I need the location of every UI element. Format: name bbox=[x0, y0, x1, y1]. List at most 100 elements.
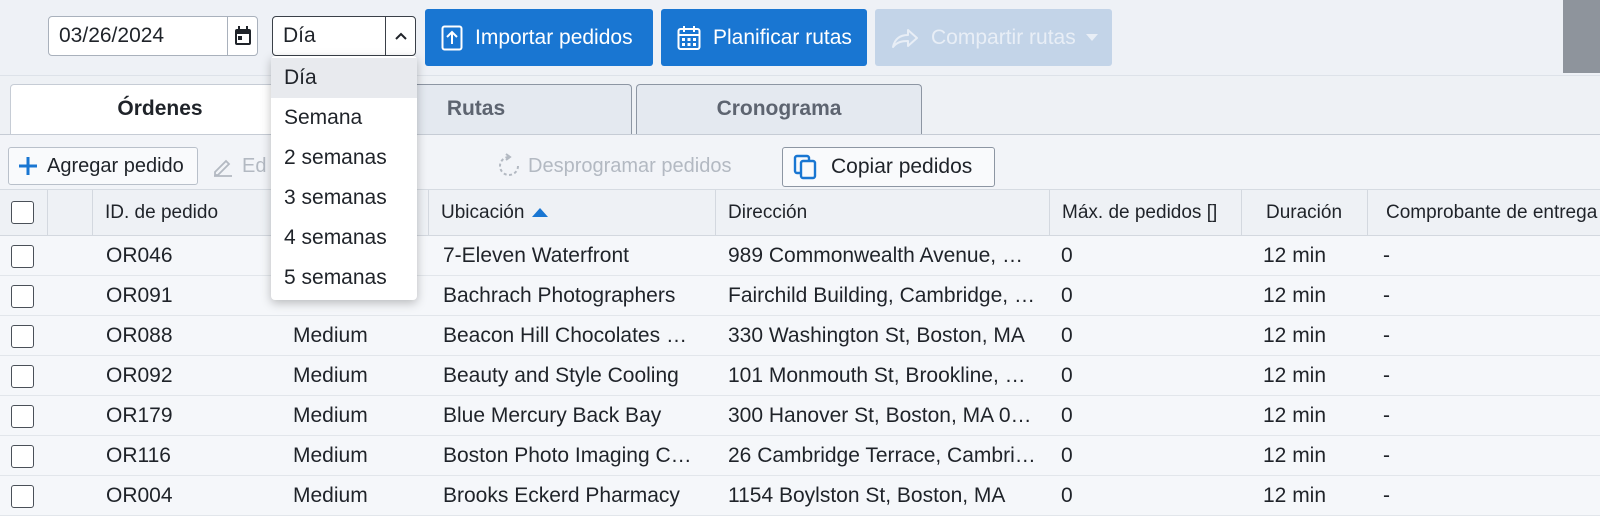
row-checkbox[interactable] bbox=[11, 325, 34, 348]
location-cell: Blue Mercury Back Bay bbox=[443, 404, 662, 427]
header-location-label: Ubicación bbox=[441, 202, 525, 223]
duration-cell: 12 min bbox=[1263, 484, 1327, 507]
order-id-cell: OR004 bbox=[106, 484, 173, 507]
header-max-orders[interactable]: Máx. de pedidos [] bbox=[1050, 190, 1242, 236]
max-orders-cell: 0 bbox=[1061, 324, 1073, 347]
location-cell: Beacon Hill Chocolates Boston bbox=[443, 324, 699, 347]
import-orders-button[interactable]: Importar pedidos bbox=[425, 9, 653, 66]
share-icon bbox=[891, 27, 919, 49]
calendar-icon[interactable] bbox=[227, 17, 257, 55]
period-select-value: Día bbox=[283, 24, 316, 47]
address-cell: 300 Hanover St, Boston, MA 02113 bbox=[728, 404, 1036, 427]
location-cell: Beauty and Style Cooling bbox=[443, 364, 679, 387]
max-orders-cell: 0 bbox=[1061, 364, 1073, 387]
header-location[interactable]: Ubicación bbox=[429, 190, 716, 236]
duration-cell: 12 min bbox=[1263, 444, 1327, 467]
row-checkbox[interactable] bbox=[11, 445, 34, 468]
orders-table: ID. de pedido Ubicación Dirección Máx. d… bbox=[0, 190, 1600, 530]
pencil-icon bbox=[212, 155, 234, 177]
table-row[interactable]: OR179 Medium Blue Mercury Back Bay 300 Hano… bbox=[0, 396, 1600, 436]
duration-cell: 12 min bbox=[1263, 404, 1327, 427]
table-row[interactable]: OR004 Medium Brooks Eckerd Pharmacy 1154 Bo… bbox=[0, 476, 1600, 516]
row-checkbox[interactable] bbox=[11, 245, 34, 268]
edit-order-button[interactable]: Ed bbox=[212, 147, 266, 185]
copy-orders-button[interactable]: Copiar pedidos bbox=[782, 147, 995, 187]
proof-of-delivery-cell: - bbox=[1383, 244, 1390, 267]
share-routes-label: Compartir rutas bbox=[931, 25, 1076, 49]
plan-routes-button[interactable]: Planificar rutas bbox=[661, 9, 867, 66]
order-id-cell: OR179 bbox=[106, 404, 173, 427]
address-cell: Fairchild Building, Cambridge, MA bbox=[728, 284, 1036, 307]
toolbar: 03/26/2024 Día Importar pedidos Planific… bbox=[0, 0, 1600, 76]
row-checkbox[interactable] bbox=[11, 285, 34, 308]
edit-order-label: Ed bbox=[242, 154, 267, 177]
table-row[interactable]: OR092 Medium Beauty and Style Cooling 101 M… bbox=[0, 356, 1600, 396]
select-all-checkbox[interactable] bbox=[11, 201, 34, 224]
duration-cell: 12 min bbox=[1263, 244, 1327, 267]
period-option-dia[interactable]: Día bbox=[271, 58, 417, 98]
table-row[interactable]: OR116 Medium Boston Photo Imaging Center 26… bbox=[0, 436, 1600, 476]
period-option-semana[interactable]: Semana bbox=[271, 98, 417, 138]
address-cell: 1154 Boylston St, Boston, MA bbox=[728, 484, 1006, 507]
row-checkbox[interactable] bbox=[11, 405, 34, 428]
address-cell: 989 Commonwealth Avenue, Boston, MA bbox=[728, 244, 1036, 267]
location-cell: Bachrach Photographers bbox=[443, 284, 676, 307]
proof-of-delivery-cell: - bbox=[1383, 444, 1390, 467]
table-row[interactable]: OR088 Medium Beacon Hill Chocolates Boston… bbox=[0, 316, 1600, 356]
date-picker[interactable]: 03/26/2024 bbox=[48, 16, 258, 56]
order-id-cell: OR088 bbox=[106, 324, 173, 347]
location-cell: Brooks Eckerd Pharmacy bbox=[443, 484, 680, 507]
header-duration[interactable]: Duración bbox=[1242, 190, 1368, 236]
period-option-4-semanas[interactable]: 4 semanas bbox=[271, 218, 417, 258]
max-orders-cell: 0 bbox=[1061, 404, 1073, 427]
plus-icon bbox=[17, 155, 39, 177]
order-id-cell: OR046 bbox=[106, 244, 173, 267]
row-checkbox[interactable] bbox=[11, 365, 34, 388]
max-orders-cell: 0 bbox=[1061, 484, 1073, 507]
tab-ordenes[interactable]: Órdenes bbox=[10, 84, 310, 134]
period-option-5-semanas[interactable]: 5 semanas bbox=[271, 258, 417, 298]
plan-routes-label: Planificar rutas bbox=[713, 25, 852, 49]
sort-ascending-icon bbox=[532, 208, 549, 218]
date-input[interactable]: 03/26/2024 bbox=[49, 17, 227, 55]
calendar-grid-icon bbox=[677, 25, 701, 51]
header-spacer-cell bbox=[48, 190, 93, 236]
row-checkbox[interactable] bbox=[11, 485, 34, 508]
table-row[interactable]: OR046 7-Eleven Waterfront 989 Commonwealth… bbox=[0, 236, 1600, 276]
period-select[interactable]: Día bbox=[272, 16, 416, 56]
proof-of-delivery-cell: - bbox=[1383, 484, 1390, 507]
priority-cell: Medium bbox=[293, 404, 368, 427]
address-cell: 101 Monmouth St, Brookline, MA bbox=[728, 364, 1036, 387]
table-header: ID. de pedido Ubicación Dirección Máx. d… bbox=[0, 190, 1600, 236]
import-orders-label: Importar pedidos bbox=[475, 25, 633, 49]
add-order-button[interactable]: Agregar pedido bbox=[8, 147, 198, 185]
duration-cell: 12 min bbox=[1263, 284, 1327, 307]
order-id-cell: OR116 bbox=[106, 444, 171, 467]
address-cell: 330 Washington St, Boston, MA bbox=[728, 324, 1025, 347]
header-select-cell bbox=[0, 190, 48, 236]
period-option-2-semanas[interactable]: 2 semanas bbox=[271, 138, 417, 178]
period-option-3-semanas[interactable]: 3 semanas bbox=[271, 178, 417, 218]
period-dropdown-menu: Día Semana 2 semanas 3 semanas 4 semanas… bbox=[271, 56, 417, 300]
unschedule-orders-button[interactable]: Desprogramar pedidos bbox=[496, 147, 731, 185]
copy-icon bbox=[793, 154, 817, 180]
address-cell: 26 Cambridge Terrace, Cambridge, MA bbox=[728, 444, 1036, 467]
max-orders-cell: 0 bbox=[1061, 244, 1073, 267]
caret-down-icon bbox=[1085, 34, 1098, 41]
tab-cronograma[interactable]: Cronograma bbox=[636, 84, 922, 134]
header-proof-of-delivery[interactable]: Comprobante de entrega bbox=[1368, 190, 1600, 236]
unschedule-orders-label: Desprogramar pedidos bbox=[528, 154, 732, 177]
chevron-up-icon[interactable] bbox=[385, 17, 415, 55]
proof-of-delivery-cell: - bbox=[1383, 284, 1390, 307]
upload-icon bbox=[441, 25, 463, 51]
max-orders-cell: 0 bbox=[1061, 444, 1073, 467]
share-routes-button[interactable]: Compartir rutas bbox=[875, 9, 1112, 66]
add-order-label: Agregar pedido bbox=[47, 154, 184, 177]
max-orders-cell: 0 bbox=[1061, 284, 1073, 307]
table-row[interactable]: OR091 Bachrach Photographers Fairchild Bui… bbox=[0, 276, 1600, 316]
order-id-cell: OR092 bbox=[106, 364, 173, 387]
priority-cell: Medium bbox=[293, 324, 368, 347]
scrollbar-handle[interactable] bbox=[1563, 0, 1600, 73]
order-id-cell: OR091 bbox=[106, 284, 173, 307]
header-address[interactable]: Dirección bbox=[716, 190, 1050, 236]
